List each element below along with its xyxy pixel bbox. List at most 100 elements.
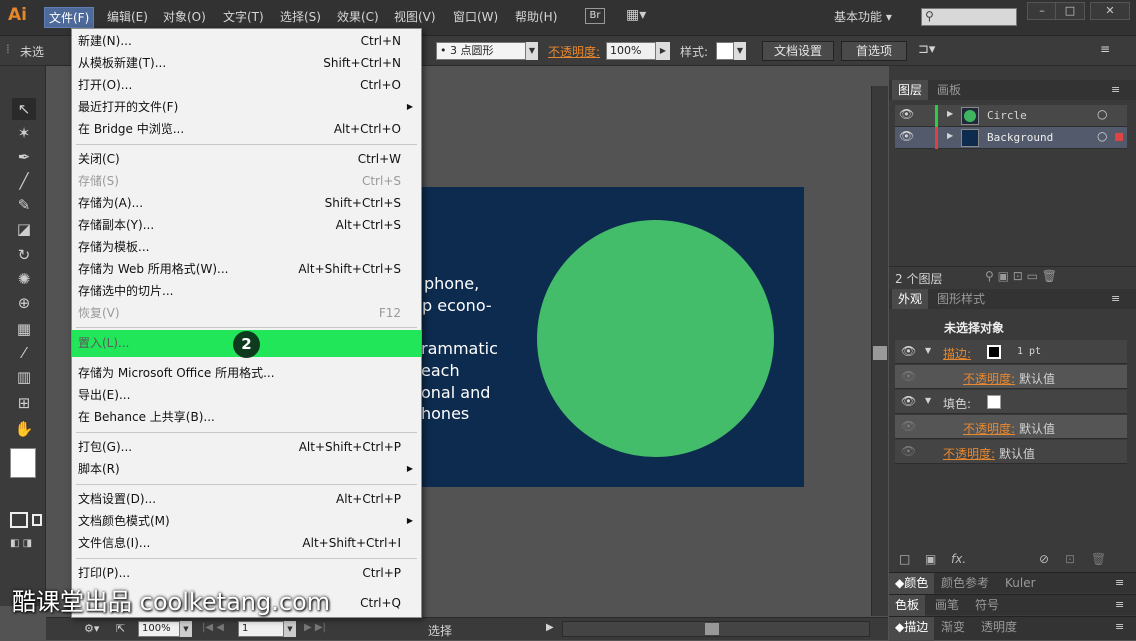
fill-swatch[interactable] <box>10 448 36 478</box>
menu-help[interactable]: 帮助(H) <box>515 8 557 25</box>
mesh-tool-icon[interactable]: ▦ <box>12 318 36 340</box>
menu-item-file-info[interactable]: 文件信息(I)... Alt+Shift+Ctrl+I <box>72 532 421 554</box>
menu-item-package[interactable]: 打包(G)... Alt+Shift+Ctrl+P <box>72 436 421 458</box>
eye-icon[interactable]: 👁 <box>901 344 916 358</box>
zoom-input[interactable]: 100% <box>138 621 180 637</box>
menu-item-save-copy[interactable]: 存储副本(Y)... Alt+Ctrl+S <box>72 214 421 236</box>
menu-item-new[interactable]: 新建(N)... Ctrl+N <box>72 30 421 52</box>
workspace-switcher[interactable]: 基本功能 ▾ <box>834 8 892 25</box>
eye-icon[interactable]: 👁 <box>901 369 916 383</box>
tab-color[interactable]: ◆颜色 <box>889 573 935 594</box>
panel-menu-icon[interactable]: ≡ <box>1115 620 1124 633</box>
eyedropper-icon[interactable]: ⁄ <box>12 342 36 364</box>
menu-item-scripts[interactable]: 脚本(R) ▶ <box>72 458 421 480</box>
object-opacity-row[interactable]: 👁 不透明度: 默认值 <box>895 440 1127 464</box>
stroke-label[interactable]: 描边: <box>943 345 971 362</box>
opacity-label[interactable]: 不透明度: <box>548 43 600 60</box>
stroke-opacity-row[interactable]: 👁 不透明度: 默认值 <box>895 365 1127 389</box>
arrange-icon[interactable]: ⊐▾ <box>918 42 935 57</box>
menu-item-share-behance[interactable]: 在 Behance 上共享(B)... <box>72 406 421 428</box>
layer-row-circle[interactable]: 👁 ▶ Circle ○ <box>895 105 1127 127</box>
rotate-tool-icon[interactable]: ↻ <box>12 244 36 266</box>
opacity-label[interactable]: 不透明度: <box>963 370 1015 387</box>
minimize-icon[interactable]: – <box>1027 2 1057 20</box>
vertical-scrollbar[interactable] <box>871 86 888 616</box>
status-menu-icon[interactable]: ▶ <box>546 622 554 633</box>
menu-item-print[interactable]: 打印(P)... Ctrl+P <box>72 562 421 584</box>
scroll-thumb[interactable] <box>873 346 887 360</box>
tab-appearance[interactable]: 外观 <box>892 289 929 309</box>
eye-icon[interactable]: 👁 <box>899 129 914 143</box>
selection-tool-icon[interactable]: ↖ <box>12 98 36 120</box>
menu-object[interactable]: 对象(O) <box>163 8 206 25</box>
menu-item-revert[interactable]: 恢复(V) F12 <box>72 302 421 324</box>
draw-mode-icon[interactable]: ◧ ◨ <box>10 538 42 552</box>
artboard-tool-icon[interactable]: ⊞ <box>12 392 36 414</box>
fill-mode-icon[interactable] <box>10 512 28 528</box>
menu-item-save-ms-office[interactable]: 存储为 Microsoft Office 所用格式... <box>72 362 421 384</box>
line-tool-icon[interactable]: ╱ <box>12 170 36 192</box>
circle-shape[interactable] <box>537 220 774 457</box>
panel-menu-icon[interactable]: ≡ <box>1111 292 1120 305</box>
warp-tool-icon[interactable]: ✺ <box>12 268 36 290</box>
tab-swatches[interactable]: 色板 <box>889 595 926 616</box>
eraser-tool-icon[interactable]: ◪ <box>12 218 36 240</box>
tab-artboards[interactable]: 画板 <box>931 80 967 100</box>
eye-icon[interactable]: 👁 <box>901 394 916 408</box>
chevron-down-icon[interactable]: ▼ <box>180 621 192 637</box>
panel-menu-icon[interactable]: ≡ <box>1115 576 1124 589</box>
target-icon[interactable]: ○ <box>1097 107 1107 121</box>
expand-icon[interactable]: ▶ <box>947 109 953 118</box>
tab-color-guide[interactable]: 颜色参考 <box>935 573 995 593</box>
eye-icon[interactable]: 👁 <box>899 107 914 121</box>
menu-window[interactable]: 窗口(W) <box>453 8 498 25</box>
style-swatch[interactable] <box>716 42 734 60</box>
menu-item-save-template[interactable]: 存储为模板... <box>72 236 421 258</box>
menu-view[interactable]: 视图(V) <box>394 8 436 25</box>
close-icon[interactable]: ✕ <box>1090 2 1130 20</box>
expand-icon[interactable]: ▼ <box>925 396 931 405</box>
panel-menu-icon[interactable]: ≡ <box>1115 598 1124 611</box>
tab-gradient[interactable]: 渐变 <box>935 617 971 637</box>
stroke-swatch[interactable] <box>987 345 1001 359</box>
tab-transparency[interactable]: 透明度 <box>975 617 1023 637</box>
last-artboard-icon[interactable]: ▶ ▶| <box>304 622 326 633</box>
add-fill-icon[interactable]: ▣ <box>925 552 936 566</box>
chevron-down-icon[interactable]: ▼ <box>284 621 296 637</box>
tab-layers[interactable]: 图层 <box>892 80 929 100</box>
eye-icon[interactable]: 👁 <box>901 419 916 433</box>
fill-row[interactable]: 👁 ▼ 填色: <box>895 390 1127 414</box>
tab-stroke[interactable]: ◆描边 <box>889 617 935 641</box>
tab-symbols[interactable]: 符号 <box>969 595 1005 615</box>
search-input[interactable]: ⚲ <box>921 8 1017 26</box>
menu-item-save-for-web[interactable]: 存储为 Web 所用格式(W)... Alt+Shift+Ctrl+S <box>72 258 421 280</box>
arrange-docs-icon[interactable]: ▦▾ <box>626 7 652 25</box>
fx-icon[interactable]: fx. <box>951 552 966 566</box>
opacity-label[interactable]: 不透明度: <box>943 445 995 462</box>
menu-item-document-setup[interactable]: 文档设置(D)... Alt+Ctrl+P <box>72 488 421 510</box>
preferences-button[interactable]: 首选项 <box>841 41 907 61</box>
target-icon[interactable]: ○ <box>1097 129 1107 143</box>
opacity-label[interactable]: 不透明度: <box>963 420 1015 437</box>
menu-item-document-color-mode[interactable]: 文档颜色模式(M) ▶ <box>72 510 421 532</box>
artboard-number-input[interactable]: 1 <box>238 621 284 637</box>
stroke-mode-icon[interactable] <box>32 514 42 526</box>
chevron-right-icon[interactable]: ▶ <box>656 42 670 60</box>
menu-type[interactable]: 文字(T) <box>223 8 264 25</box>
add-stroke-icon[interactable]: □ <box>899 552 910 566</box>
brush-tool-icon[interactable]: ✎ <box>12 194 36 216</box>
stroke-row[interactable]: 👁 ▼ 描边: 1 pt <box>895 340 1127 364</box>
doc-settings-button[interactable]: 文档设置 <box>762 41 834 61</box>
tab-graphic-styles[interactable]: 图形样式 <box>931 289 991 309</box>
pen-tool-icon[interactable]: ✒ <box>12 146 36 168</box>
magic-wand-icon[interactable]: ✶ <box>12 122 36 144</box>
panel-menu-icon[interactable]: ≡ <box>1111 83 1120 96</box>
expand-icon[interactable]: ▼ <box>925 346 931 355</box>
shape-builder-icon[interactable]: ⊕ <box>12 292 36 314</box>
menu-item-browse-bridge[interactable]: 在 Bridge 中浏览... Alt+Ctrl+O <box>72 118 421 140</box>
layer-actions-icon[interactable]: ⚲ ▣ ⊡ ▭ 🗑 <box>985 269 1057 283</box>
menu-item-export[interactable]: 导出(E)... <box>72 384 421 406</box>
expand-icon[interactable]: ▶ <box>947 131 953 140</box>
menu-item-save-as[interactable]: 存储为(A)... Shift+Ctrl+S <box>72 192 421 214</box>
scroll-thumb[interactable] <box>705 623 719 635</box>
